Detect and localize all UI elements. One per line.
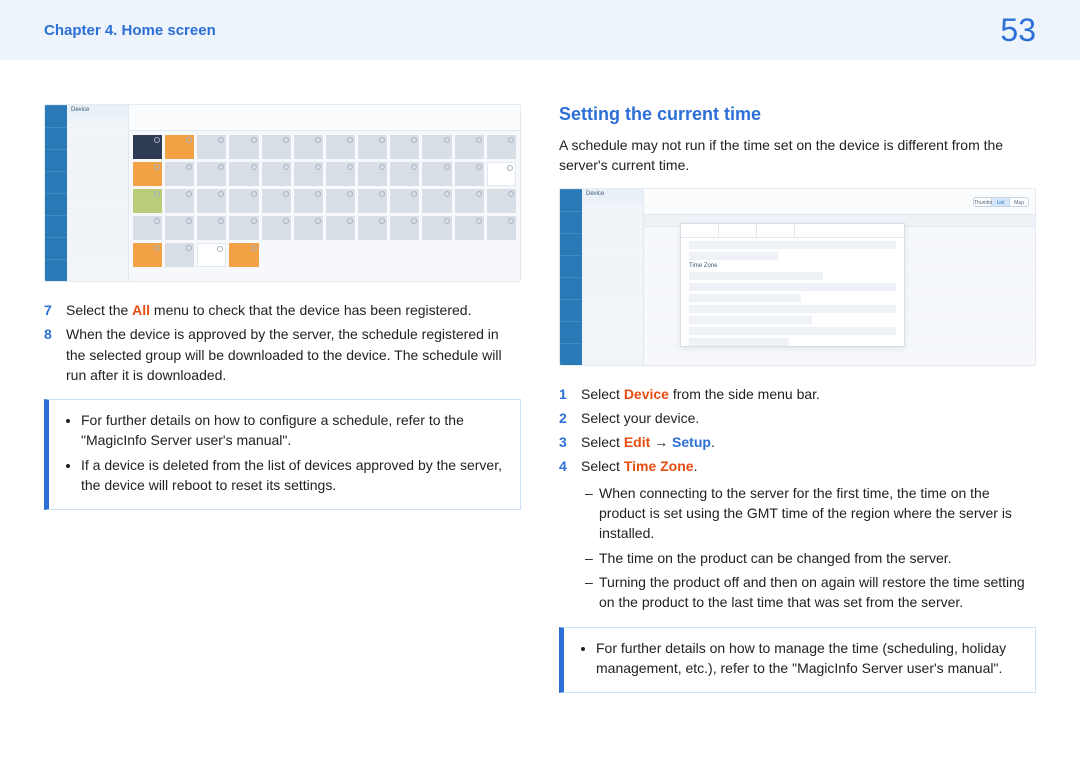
mock-field-timezone: Time Zone: [689, 263, 896, 269]
highlight-device: Device: [624, 386, 669, 402]
step-7: 7 Select the All menu to check that the …: [44, 300, 521, 320]
section-heading: Setting the current time: [559, 104, 1036, 125]
step-1: 1 Select Device from the side menu bar.: [559, 384, 1036, 404]
intro-paragraph: A schedule may not run if the time set o…: [559, 135, 1036, 176]
note-bullet: If a device is deleted from the list of …: [81, 455, 506, 496]
left-column: Device 7: [44, 104, 521, 693]
note-box-right: For further details on how to manage the…: [559, 627, 1036, 694]
step-text: Select Time Zone.: [581, 456, 697, 476]
step-number: 8: [44, 324, 56, 385]
mock-setup-dialog: Time Zone: [680, 223, 905, 347]
step-number: 4: [559, 456, 571, 476]
step-number: 2: [559, 408, 571, 428]
mock-tree: Device: [582, 189, 644, 365]
mock-toolbar: [129, 105, 520, 131]
chapter-title: Chapter 4. Home screen: [44, 22, 216, 39]
mock-toolbar: Thumbnail List Map: [644, 189, 1035, 215]
step-number: 1: [559, 384, 571, 404]
mock-tree: Device: [67, 105, 129, 281]
step-2: 2 Select your device.: [559, 408, 1036, 428]
document-page: Chapter 4. Home screen 53 Device: [0, 0, 1080, 763]
note-bullet: For further details on how to configure …: [81, 410, 506, 451]
step-text: Select Device from the side menu bar.: [581, 384, 820, 404]
mock-panel-title: Device: [67, 105, 128, 119]
dash-item: The time on the product can be changed f…: [581, 548, 1036, 568]
step-3: 3 Select Edit → Setup.: [559, 432, 1036, 452]
screenshot-device-grid: Device: [44, 104, 521, 282]
sub-notes: When connecting to the server for the fi…: [559, 483, 1036, 613]
step-text: Select Edit → Setup.: [581, 432, 715, 452]
note-bullet: For further details on how to manage the…: [596, 638, 1021, 679]
steps-left: 7 Select the All menu to check that the …: [44, 300, 521, 385]
step-text: Select the All menu to check that the de…: [66, 300, 471, 320]
step-number: 3: [559, 432, 571, 452]
dash-item: Turning the product off and then on agai…: [581, 572, 1036, 613]
step-text: Select your device.: [581, 408, 699, 428]
mock-panel-title: Device: [582, 189, 643, 203]
step-8: 8 When the device is approved by the ser…: [44, 324, 521, 385]
step-number: 7: [44, 300, 56, 320]
mock-body: [129, 131, 520, 281]
page-body: Device 7: [0, 60, 1080, 693]
dash-item: When connecting to the server for the fi…: [581, 483, 1036, 544]
steps-right: 1 Select Device from the side menu bar. …: [559, 384, 1036, 477]
link-setup: Setup: [672, 434, 711, 450]
note-box-left: For further details on how to configure …: [44, 399, 521, 510]
highlight-edit: Edit: [624, 434, 650, 450]
right-column: Setting the current time A schedule may …: [559, 104, 1036, 693]
screenshot-device-setup: Device Thumbnail List Map: [559, 188, 1036, 366]
page-header: Chapter 4. Home screen 53: [0, 0, 1080, 60]
page-number: 53: [1000, 12, 1036, 49]
highlight-all: All: [132, 302, 150, 318]
step-4: 4 Select Time Zone.: [559, 456, 1036, 476]
mock-sidebar: [45, 105, 67, 281]
mock-sidebar: [560, 189, 582, 365]
highlight-timezone: Time Zone: [624, 458, 694, 474]
mock-view-toggle: Thumbnail List Map: [973, 197, 1029, 207]
step-text: When the device is approved by the serve…: [66, 324, 521, 385]
